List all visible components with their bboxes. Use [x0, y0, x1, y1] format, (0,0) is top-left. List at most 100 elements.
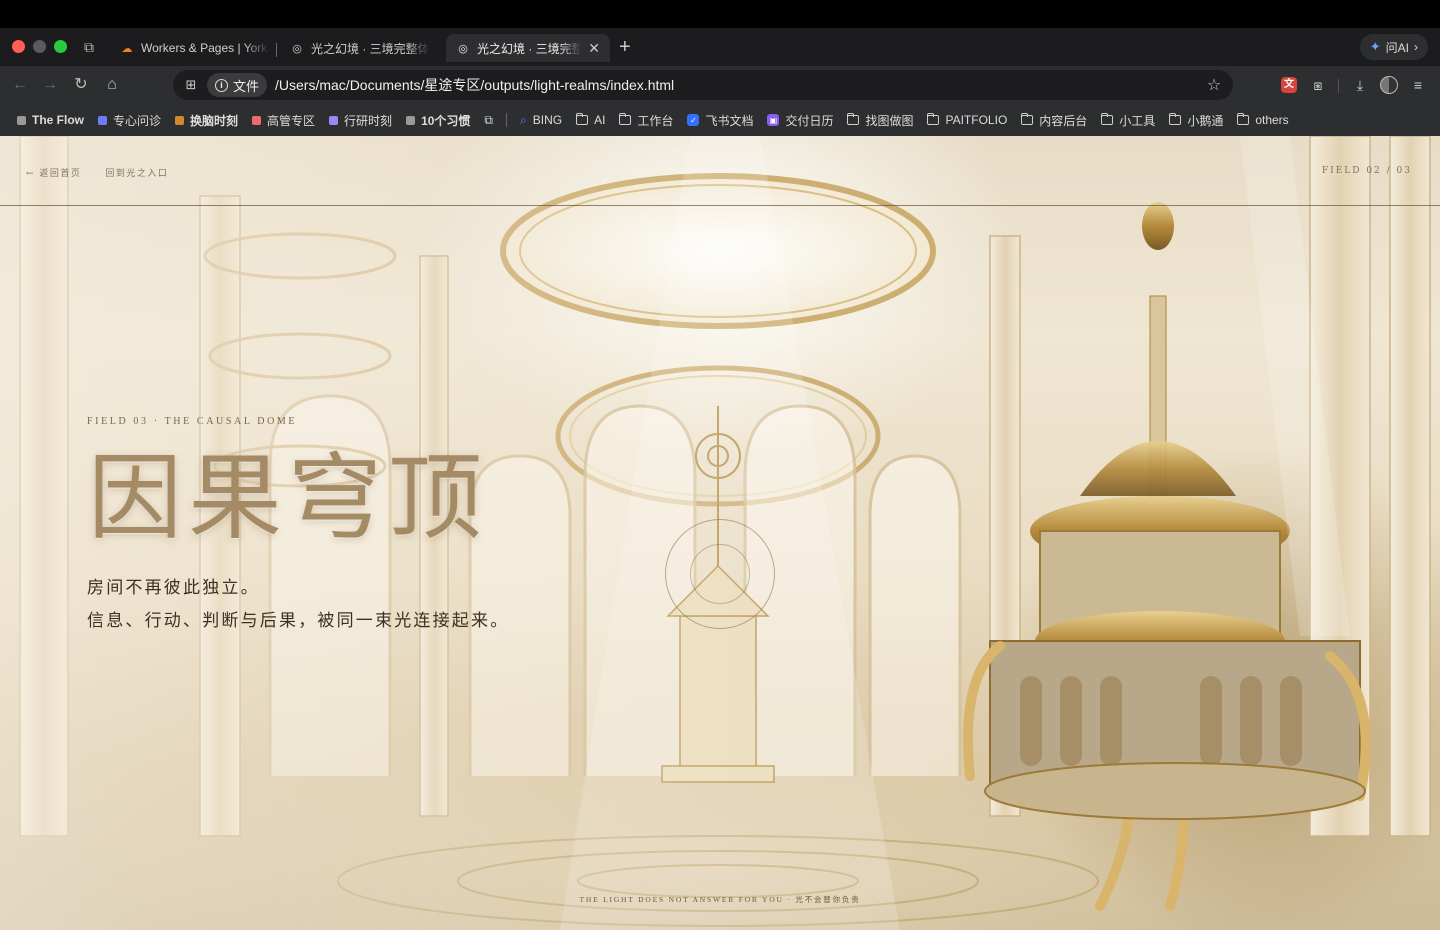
folder-icon [1169, 113, 1182, 125]
section-eyebrow: FIELD 03 · THE CAUSAL DOME [87, 416, 298, 427]
info-icon: i [215, 78, 228, 92]
home-button[interactable]: ⌂ [102, 75, 122, 95]
cloudflare-icon: ☁ [121, 42, 133, 55]
profile-avatar-icon[interactable] [1380, 76, 1398, 94]
bookmark-label: 高管专区 [267, 113, 316, 128]
sparkle-icon: ✦ [1369, 39, 1381, 54]
system-menu-bar [0, 0, 1440, 28]
bookmark-label: 换脑时刻 [190, 113, 239, 128]
extensions-puzzle-icon[interactable]: ⧆ [1308, 75, 1328, 95]
minimize-window-button[interactable] [33, 40, 46, 53]
site-info-chip[interactable]: i 文件 [207, 73, 268, 97]
bookmark-color-dot [98, 115, 107, 125]
toolbar-divider [1338, 79, 1339, 93]
address-bar[interactable]: ⊞ i 文件 /Users/mac/Documents/星途专区/outputs… [173, 70, 1233, 100]
folder-icon [1021, 113, 1034, 125]
download-icon[interactable]: ⤓ [1350, 75, 1370, 95]
forward-button[interactable]: → [40, 75, 60, 95]
bookmark-divider [506, 113, 507, 127]
folder-icon [927, 113, 940, 125]
bookmark-label: 找图做图 [865, 113, 914, 128]
bookmark-label: 飞书文档 [705, 113, 754, 128]
tab-groups-button[interactable]: ⧉ [477, 108, 500, 132]
lead-line-2: 信息、行动、判断与后果，被同一束光连接起来。 [87, 611, 510, 631]
bookmark-label: 小鹅通 [1187, 113, 1224, 128]
bookmark-color-dot [252, 115, 262, 125]
folder-icon [576, 113, 589, 125]
bookmark-color-dot [17, 115, 26, 125]
bookmark-color-dot [175, 115, 185, 125]
bookmark-label: 工作台 [637, 113, 674, 128]
ask-ai-label: 问AI [1385, 40, 1409, 55]
bookmarks-bar: The Flow 专心问诊 换脑时刻 高管专区 行研时刻 10个习惯 ⧉ ⌕ B… [0, 104, 1440, 136]
bookmark-bing[interactable]: ⌕ BING [513, 108, 569, 132]
tab-label: Workers & Pages | York [141, 41, 268, 55]
bookmark-label: 内容后台 [1039, 113, 1088, 128]
bookmark-color-dot [406, 115, 416, 125]
folder-icon [1101, 113, 1114, 125]
bookmark-feishu-docs[interactable]: ✓ 飞书文档 [680, 108, 760, 132]
globe-icon: ◎ [292, 42, 302, 55]
bookmark-ten-habits[interactable]: 10个习惯 [399, 108, 477, 132]
url-text[interactable]: /Users/mac/Documents/星途专区/outputs/light-… [275, 75, 1203, 95]
navigation-toolbar: ← → ↻ ⌂ ⊞ i 文件 /Users/mac/Documents/星途专区… [0, 66, 1440, 104]
page-top-nav: ← 返回首页 回到光之入口 FIELD 02 / 03 [0, 136, 1440, 206]
tab-search-icon[interactable]: ⧉ [84, 39, 100, 55]
bookmark-label: 专心问诊 [113, 113, 162, 128]
reload-button[interactable]: ↻ [71, 75, 91, 95]
bookmark-delivery-calendar[interactable]: ▣ 交付日历 [760, 108, 840, 132]
back-entrance-label: 回到光之入口 [105, 169, 169, 179]
bookmark-the-flow[interactable]: The Flow [10, 108, 91, 132]
search-icon: ⌕ [520, 112, 527, 127]
bookmark-label: others [1255, 113, 1289, 127]
bookmark-executive-zone[interactable]: 高管专区 [245, 108, 322, 132]
feishu-icon: ✓ [687, 114, 700, 126]
bookmark-label: PAITFOLIO [945, 113, 1008, 127]
light-orb-inner-ring [690, 544, 750, 604]
tab-light-realms-full[interactable]: ◎ 光之幻境 · 三境完整体验 [280, 34, 440, 62]
tab-divider [276, 43, 277, 57]
bookmark-label: The Flow [32, 113, 84, 127]
lead-text: 房间不再彼此独立。 信息、行动、判断与后果，被同一束光连接起来。 [87, 572, 509, 638]
back-to-home-link[interactable]: ← 返回首页 回到光之入口 [26, 166, 168, 179]
bookmark-folder-workbench[interactable]: 工作台 [612, 108, 680, 132]
new-tab-button[interactable]: + [619, 35, 631, 59]
translate-extension-icon[interactable]: 文 [1281, 77, 1297, 93]
bookmark-focus-consult[interactable]: 专心问诊 [91, 108, 168, 132]
bookmark-folder-content-admin[interactable]: 内容后台 [1014, 108, 1094, 132]
close-window-button[interactable] [12, 40, 25, 53]
bookmark-label: BING [532, 113, 563, 127]
page-title: 因果穹顶 [88, 444, 489, 553]
close-tab-icon[interactable]: ✕ [588, 40, 600, 57]
tab-groups-icon: ⧉ [484, 112, 493, 127]
bookmark-folder-ai[interactable]: AI [569, 108, 612, 132]
apps-grid-icon[interactable]: ⊞ [179, 77, 203, 93]
web-page: ← 返回首页 回到光之入口 FIELD 02 / 03 FIELD 03 · T… [0, 136, 1440, 930]
bookmark-label: 行研时刻 [344, 113, 393, 128]
bookmark-label: 交付日历 [785, 113, 834, 128]
lead-line-1: 房间不再彼此独立。 [87, 578, 260, 598]
bookmark-folder-paitfolio[interactable]: PAITFOLIO [920, 108, 1014, 132]
menu-icon[interactable]: ≡ [1408, 75, 1428, 95]
bookmark-folder-others[interactable]: others [1230, 108, 1295, 132]
tab-light-realms-active[interactable]: ◎ 光之幻境 · 三境完整 ✕ [446, 34, 610, 62]
globe-icon: ◎ [458, 42, 468, 55]
tab-workers-pages[interactable]: ☁ Workers & Pages | York [110, 34, 280, 62]
ask-ai-button[interactable]: ✦ 问AI › [1359, 34, 1428, 60]
bookmark-research-time[interactable]: 行研时刻 [322, 108, 399, 132]
bookmark-folder-xiaoe[interactable]: 小鹅通 [1162, 108, 1230, 132]
site-info-label: 文件 [233, 78, 260, 94]
bookmark-star-icon[interactable]: ☆ [1203, 75, 1225, 95]
back-button[interactable]: ← [10, 75, 30, 95]
tab-label: 光之幻境 · 三境完整体验 [311, 41, 430, 56]
bookmark-brain-switch[interactable]: 换脑时刻 [168, 108, 245, 132]
bookmark-folder-tools[interactable]: 小工具 [1094, 108, 1162, 132]
page-footer-tagline: THE LIGHT DOES NOT ANSWER FOR YOU · 光不会替… [579, 895, 861, 904]
bookmark-color-dot [329, 115, 339, 125]
maximize-window-button[interactable] [54, 40, 67, 53]
tab-strip: ⧉ ☁ Workers & Pages | York ◎ 光之幻境 · 三境完整… [0, 28, 1440, 66]
bookmark-folder-images[interactable]: 找图做图 [840, 108, 920, 132]
bookmark-label: 10个习惯 [421, 113, 471, 128]
folder-icon [847, 113, 860, 125]
folder-icon [619, 113, 632, 125]
